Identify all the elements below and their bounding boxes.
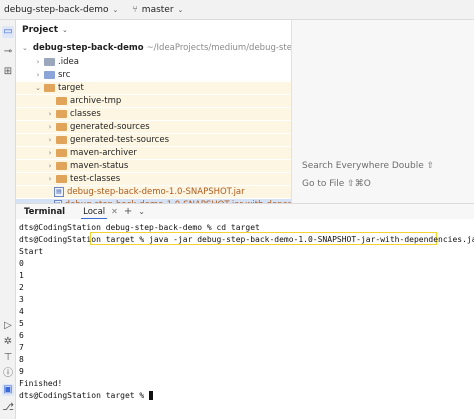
tree-item-label: classes xyxy=(70,109,101,119)
folder-icon xyxy=(44,71,55,79)
tree-item-jar[interactable]: ▤ debug-step-back-demo-1.0-SNAPSHOT.jar xyxy=(16,186,291,198)
tool-window-strip: ▭ ⊸ ⊞ ▷ ✲ ⊤ ⓘ ▣ ⎇ xyxy=(0,20,16,419)
tree-item-idea[interactable]: › .idea xyxy=(16,56,291,68)
terminal-line: 2 xyxy=(19,283,24,292)
terminal-line: 8 xyxy=(19,355,24,364)
git-branch-icon: ⑂ xyxy=(132,4,138,15)
chevron-right-icon[interactable]: › xyxy=(46,175,54,183)
terminal-output[interactable]: dts@CodingStation debug-step-back-demo %… xyxy=(16,219,474,419)
terminal-line: 9 xyxy=(19,367,24,376)
terminal-line: 1 xyxy=(19,271,24,280)
text-cursor xyxy=(149,391,154,400)
chevron-down-icon: ⌄ xyxy=(112,5,119,14)
terminal-line: 7 xyxy=(19,343,24,352)
terminal-header: Terminal Local ✕ + ⌄ xyxy=(16,203,474,220)
terminal-prompt-line[interactable]: dts@CodingStation target % xyxy=(19,390,154,401)
tree-item-label: generated-sources xyxy=(70,122,150,132)
branch-switcher[interactable]: ⑂ master ⌄ xyxy=(132,5,183,15)
terminal-icon[interactable]: ▣ xyxy=(2,384,14,396)
editor-empty-area: Search Everywhere Double ⇧ Go to File ⇧⌘… xyxy=(291,20,474,203)
chevron-down-icon[interactable]: ⌄ xyxy=(22,44,28,52)
git-icon[interactable]: ⎇ xyxy=(2,402,14,414)
tree-item-label: maven-status xyxy=(70,161,129,171)
folder-icon xyxy=(56,123,67,131)
tree-item-label: test-classes xyxy=(70,174,121,184)
structure-icon[interactable]: ⊞ xyxy=(2,66,14,78)
tree-item-label: debug-step-back-demo xyxy=(32,43,144,53)
tree-item-src[interactable]: › src xyxy=(16,69,291,81)
tree-item-classes[interactable]: › classes xyxy=(16,108,291,120)
tree-item-generated-sources[interactable]: › generated-sources xyxy=(16,121,291,133)
services-icon[interactable]: ⊤ xyxy=(2,352,14,364)
chevron-right-icon[interactable]: › xyxy=(46,149,54,157)
project-name: debug-step-back-demo xyxy=(4,4,109,15)
chevron-down-icon[interactable]: ⌄ xyxy=(34,84,42,92)
terminal-prompt: dts@CodingStation target % xyxy=(19,391,150,400)
search-everywhere-hint: Search Everywhere Double ⇧ xyxy=(302,161,435,171)
chevron-right-icon[interactable]: › xyxy=(46,110,54,118)
tree-item-root[interactable]: ⌄ debug-step-back-demo ~/IdeaProjects/me… xyxy=(16,42,348,54)
branch-name: master xyxy=(141,4,174,15)
jar-file-icon: ▤ xyxy=(54,187,64,197)
tree-item-label: target xyxy=(58,83,84,93)
go-to-file-hint: Go to File ⇧⌘O xyxy=(302,179,371,189)
project-switcher[interactable]: debug-step-back-demo ⌄ xyxy=(0,5,118,15)
terminal-line: 4 xyxy=(19,307,24,316)
debug-icon[interactable]: ✲ xyxy=(2,336,14,348)
tree-item-test-classes[interactable]: › test-classes xyxy=(16,173,291,185)
folder-icon xyxy=(56,162,67,170)
chevron-right-icon[interactable]: › xyxy=(34,71,42,79)
terminal-line: Start xyxy=(19,247,44,256)
chevron-right-icon[interactable]: › xyxy=(46,123,54,131)
folder-icon xyxy=(56,136,67,144)
tree-item-generated-test-sources[interactable]: › generated-test-sources xyxy=(16,134,291,146)
project-panel: Project ⌄ ⌄ debug-step-back-demo ~/IdeaP… xyxy=(16,20,348,211)
tree-item-maven-archiver[interactable]: › maven-archiver xyxy=(16,147,291,159)
tree-item-label: archive-tmp xyxy=(70,96,122,106)
commit-icon[interactable]: ⊸ xyxy=(2,46,14,58)
chevron-down-icon: ⌄ xyxy=(177,5,184,14)
folder-icon xyxy=(56,175,67,183)
terminal-line: dts@CodingStation target % java -jar deb… xyxy=(19,235,474,244)
title-bar: debug-step-back-demo ⌄ ⑂ master ⌄ xyxy=(0,0,474,20)
tab-local[interactable]: Local xyxy=(81,204,108,220)
folder-icon xyxy=(44,84,55,92)
tree-item-label: .idea xyxy=(58,57,79,67)
project-folder-icon[interactable]: ▭ xyxy=(2,26,14,38)
terminal-line: dts@CodingStation debug-step-back-demo %… xyxy=(19,223,260,232)
terminal-line: 5 xyxy=(19,319,24,328)
tree-item-label: generated-test-sources xyxy=(70,135,170,145)
problems-icon[interactable]: ⓘ xyxy=(2,368,14,380)
terminal-line: 6 xyxy=(19,331,24,340)
tree-item-label: src xyxy=(58,70,71,80)
add-icon[interactable]: + xyxy=(124,206,132,217)
chevron-right-icon[interactable]: › xyxy=(34,58,42,66)
chevron-down-icon[interactable]: ⌄ xyxy=(138,207,145,216)
chevron-right-icon[interactable]: › xyxy=(46,136,54,144)
terminal-title: Terminal xyxy=(24,206,66,217)
close-icon[interactable]: ✕ xyxy=(111,207,118,216)
project-panel-header: Project ⌄ xyxy=(16,20,291,40)
terminal-line: 3 xyxy=(19,295,24,304)
chevron-down-icon[interactable]: ⌄ xyxy=(62,26,68,34)
project-panel-title: Project xyxy=(22,25,59,35)
folder-icon xyxy=(56,110,67,118)
tree-item-label: maven-archiver xyxy=(70,148,137,158)
folder-icon xyxy=(56,149,67,157)
terminal-line: 0 xyxy=(19,259,24,268)
tree-item-target[interactable]: ⌄ target xyxy=(16,82,291,94)
folder-icon xyxy=(56,97,67,105)
terminal-line: Finished! xyxy=(19,379,63,388)
tree-item-archive-tmp[interactable]: archive-tmp xyxy=(16,95,291,107)
tree-item-maven-status[interactable]: › maven-status xyxy=(16,160,291,172)
folder-icon xyxy=(44,58,55,66)
chevron-right-icon[interactable]: › xyxy=(46,162,54,170)
tree-item-label: debug-step-back-demo-1.0-SNAPSHOT.jar xyxy=(67,187,245,197)
run-icon[interactable]: ▷ xyxy=(2,320,14,332)
